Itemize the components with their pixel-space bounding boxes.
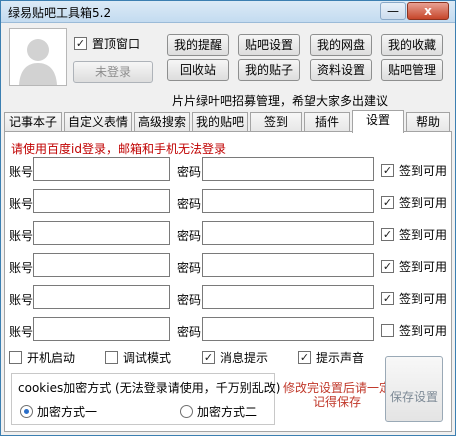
message-alert-checkbox[interactable]: ✓ 消息提示 <box>202 349 268 365</box>
autostart-checkbox[interactable]: 开机启动 <box>9 349 75 365</box>
password-label: 密码 <box>177 325 202 339</box>
close-button[interactable]: x <box>407 2 449 20</box>
user-silhouette-icon <box>10 29 66 85</box>
encrypt-method-1-label: 加密方式一 <box>37 404 98 419</box>
password-input[interactable] <box>202 221 374 245</box>
app-window: 绿易贴吧工具箱5.2 — x ✓ 置顶窗口 未登录 我的提醒 贴吧设置 我的网盘… <box>0 0 456 436</box>
pin-window-check: ✓ <box>74 36 87 50</box>
title-bar[interactable]: 绿易贴吧工具箱5.2 — x <box>1 1 455 23</box>
password-input[interactable] <box>202 189 374 213</box>
save-reminder: 修改完设置后请一定记得保存 <box>282 381 391 409</box>
signin-check: ✓ <box>381 227 394 241</box>
tieba-settings-button[interactable]: 贴吧设置 <box>238 34 300 56</box>
tieba-admin-button[interactable]: 贴吧管理 <box>381 59 443 81</box>
account-input[interactable] <box>33 157 170 181</box>
alert-sound-checkbox[interactable]: ✓ 提示声音 <box>298 349 364 365</box>
tab-advanced-search[interactable]: 高级搜索 <box>134 112 190 132</box>
my-netdisk-button[interactable]: 我的网盘 <box>310 34 372 56</box>
cookie-encryption-title: cookies加密方式 (无法登录请使用，千万别乱改) <box>18 381 281 395</box>
account-input[interactable] <box>33 189 170 213</box>
settings-panel: 请使用百度id登录，邮箱和手机无法登录 账号 密码 ✓ 签到可用 账号 密码 ✓… <box>4 131 452 432</box>
window-title: 绿易贴吧工具箱5.2 <box>8 6 112 20</box>
debug-mode-check <box>105 350 118 364</box>
tab-my-tieba[interactable]: 我的贴吧 <box>192 112 248 132</box>
account-input[interactable] <box>33 221 170 245</box>
alert-sound-check: ✓ <box>298 350 311 364</box>
signin-label: 签到可用 <box>399 291 448 306</box>
alert-sound-label: 提示声音 <box>316 350 365 365</box>
debug-mode-label: 调试模式 <box>123 350 172 365</box>
password-input[interactable] <box>202 253 374 277</box>
encrypt-method-2-dot <box>180 404 193 418</box>
my-posts-button[interactable]: 我的贴子 <box>238 59 300 81</box>
tab-notes[interactable]: 记事本子 <box>4 112 62 132</box>
signin-checkbox[interactable]: ✓ 签到可用 <box>381 162 447 178</box>
signin-check: ✓ <box>381 195 394 209</box>
signin-label: 签到可用 <box>399 163 448 178</box>
signin-label: 签到可用 <box>399 259 448 274</box>
encrypt-method-2-label: 加密方式二 <box>197 404 258 419</box>
login-button[interactable]: 未登录 <box>73 61 153 83</box>
pin-window-checkbox[interactable]: ✓ 置顶窗口 <box>74 35 140 51</box>
pin-window-label: 置顶窗口 <box>92 36 141 51</box>
signin-label: 签到可用 <box>399 227 448 242</box>
password-label: 密码 <box>177 293 202 307</box>
avatar[interactable] <box>9 28 67 86</box>
signin-checkbox[interactable]: ✓ 签到可用 <box>381 258 447 274</box>
save-settings-label: 保存设置 <box>389 390 438 404</box>
my-reminders-button[interactable]: 我的提醒 <box>167 34 229 56</box>
encrypt-method-1-radio[interactable]: 加密方式一 <box>20 403 97 419</box>
account-label: 账号 <box>9 165 34 179</box>
encrypt-method-1-dot <box>20 404 33 418</box>
tab-signin[interactable]: 签到 <box>250 112 302 132</box>
tab-custom-emoji[interactable]: 自定义表情 <box>64 112 132 132</box>
encrypt-method-2-radio[interactable]: 加密方式二 <box>180 403 257 419</box>
signin-checkbox[interactable]: ✓ 签到可用 <box>381 290 447 306</box>
signin-checkbox[interactable]: ✓ 签到可用 <box>381 194 447 210</box>
save-settings-button[interactable]: 保存设置 <box>385 356 443 422</box>
profile-settings-button[interactable]: 资料设置 <box>310 59 372 81</box>
password-input[interactable] <box>202 157 374 181</box>
message-alert-check: ✓ <box>202 350 215 364</box>
signin-checkbox[interactable]: 签到可用 <box>381 322 447 338</box>
autostart-check <box>9 350 22 364</box>
debug-mode-checkbox[interactable]: 调试模式 <box>105 349 171 365</box>
account-input[interactable] <box>33 285 170 309</box>
signin-label: 签到可用 <box>399 323 448 338</box>
password-input[interactable] <box>202 285 374 309</box>
signin-check: ✓ <box>381 163 394 177</box>
autostart-label: 开机启动 <box>27 350 76 365</box>
notice-text: 片片绿叶吧招募管理，希望大家多出建议 <box>172 94 389 108</box>
signin-check <box>381 323 394 337</box>
account-input[interactable] <box>33 253 170 277</box>
tab-plugins[interactable]: 插件 <box>304 112 350 132</box>
tab-settings[interactable]: 设置 <box>352 110 404 133</box>
cookie-encryption-group: cookies加密方式 (无法登录请使用，千万别乱改) 加密方式一 加密方式二 <box>11 373 280 425</box>
signin-checkbox[interactable]: ✓ 签到可用 <box>381 226 447 242</box>
account-label: 账号 <box>9 197 34 211</box>
password-label: 密码 <box>177 197 202 211</box>
message-alert-label: 消息提示 <box>220 350 269 365</box>
minimize-button[interactable]: — <box>380 2 406 20</box>
account-label: 账号 <box>9 261 34 275</box>
account-label: 账号 <box>9 229 34 243</box>
account-input[interactable] <box>33 317 170 341</box>
recycle-bin-button[interactable]: 回收站 <box>167 59 229 81</box>
signin-label: 签到可用 <box>399 195 448 210</box>
login-warning: 请使用百度id登录，邮箱和手机无法登录 <box>11 142 226 156</box>
password-label: 密码 <box>177 165 202 179</box>
account-label: 账号 <box>9 293 34 307</box>
tab-help[interactable]: 帮助 <box>406 112 450 132</box>
signin-check: ✓ <box>381 259 394 273</box>
my-favorites-button[interactable]: 我的收藏 <box>381 34 443 56</box>
password-label: 密码 <box>177 261 202 275</box>
password-label: 密码 <box>177 229 202 243</box>
signin-check: ✓ <box>381 291 394 305</box>
account-label: 账号 <box>9 325 34 339</box>
password-input[interactable] <box>202 317 374 341</box>
